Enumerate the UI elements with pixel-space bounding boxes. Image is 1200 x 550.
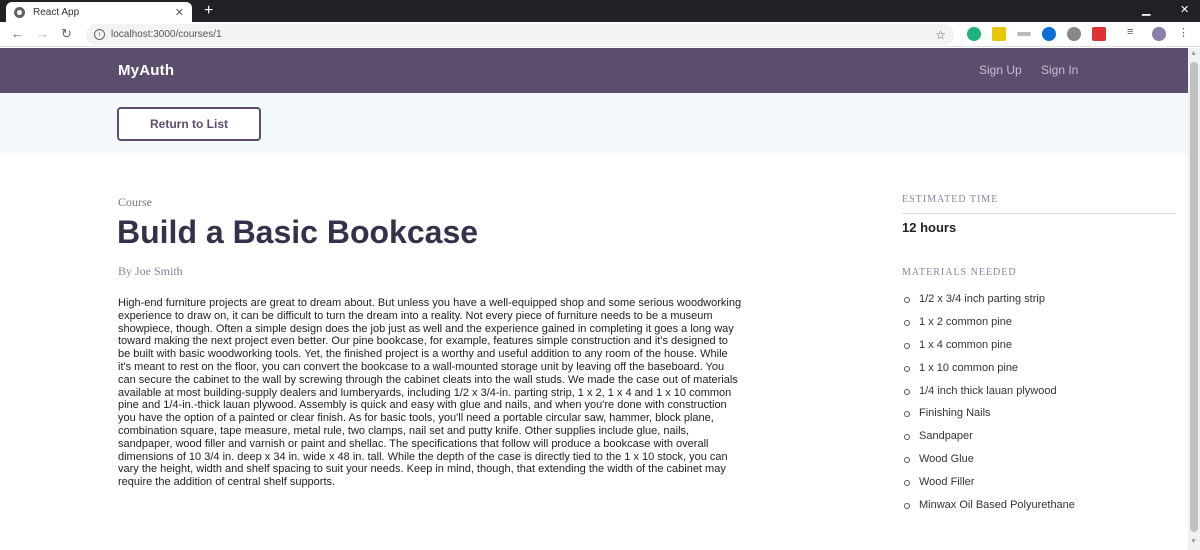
sign-in-link[interactable]: Sign In [1041,63,1078,77]
course-description: High-end furniture projects are great to… [118,297,742,489]
materials-heading: Materials Needed [902,267,1017,278]
window-close-icon[interactable]: ✕ [1180,3,1189,16]
estimated-time-heading: Estimated Time [902,194,999,205]
grammarly-extension-icon[interactable] [967,27,981,41]
list-item: 1 x 4 common pine [902,339,1075,362]
minimize-icon[interactable]: ▁ [1142,3,1150,16]
extension-icon[interactable] [1067,27,1081,41]
course-author: By Joe Smith [118,264,183,278]
extension-icon[interactable] [992,27,1006,41]
scrollbar-thumb[interactable] [1190,62,1198,532]
back-icon[interactable]: ← [11,26,24,41]
scroll-up-icon[interactable]: ▲ [1190,50,1197,57]
new-tab-button[interactable]: + [204,2,213,20]
app-navbar: MyAuth Sign Up Sign In [0,48,1188,93]
actions-bar: Return to List [0,93,1188,154]
url-text[interactable]: localhost:3000/courses/1 [111,29,935,40]
brand-logo[interactable]: MyAuth [118,62,174,79]
browser-toolbar: ← → ↻ i localhost:3000/courses/1 ☆ ≡ ⋮ [0,22,1200,47]
list-item: Minwax Oil Based Polyurethane [902,499,1075,522]
profile-avatar[interactable] [1152,27,1166,41]
sign-up-link[interactable]: Sign Up [979,63,1022,77]
list-item: Wood Glue [902,453,1075,476]
extension-icon[interactable] [1017,32,1031,36]
extension-icon[interactable] [1092,27,1106,41]
return-to-list-button[interactable]: Return to List [117,107,261,141]
list-item: Finishing Nails [902,407,1075,430]
browser-tabstrip: React App ✕ + ▁ ✕ [0,0,1200,22]
divider [902,213,1176,214]
address-bar[interactable]: i localhost:3000/courses/1 ☆ [86,24,954,45]
tab-title: React App [33,6,80,18]
menu-icon[interactable]: ⋮ [1178,26,1192,40]
reload-icon[interactable]: ↻ [61,26,72,42]
reading-list-icon[interactable]: ≡ [1127,26,1141,40]
list-item: Wood Filler [902,476,1075,499]
browser-tab[interactable]: React App ✕ [6,2,192,22]
bookmark-star-icon[interactable]: ☆ [935,28,946,42]
list-item: 1/2 x 3/4 inch parting strip [902,293,1075,316]
materials-list: 1/2 x 3/4 inch parting strip 1 x 2 commo… [902,293,1075,522]
course-label: Course [118,195,152,209]
scroll-down-icon[interactable]: ▼ [1190,538,1197,545]
list-item: Sandpaper [902,430,1075,453]
chrome-favicon-icon [14,6,25,18]
list-item: 1 x 10 common pine [902,362,1075,385]
list-item: 1/4 inch thick lauan plywood [902,385,1075,408]
forward-icon[interactable]: → [36,26,49,41]
estimated-time-value: 12 hours [902,220,957,235]
list-item: 1 x 2 common pine [902,316,1075,339]
page-scrollbar[interactable]: ▲ ▼ [1188,48,1200,550]
extension-icon[interactable] [1042,27,1056,41]
info-icon[interactable]: i [94,29,105,40]
close-tab-icon[interactable]: ✕ [175,6,184,19]
page-title: Build a Basic Bookcase [117,214,479,250]
